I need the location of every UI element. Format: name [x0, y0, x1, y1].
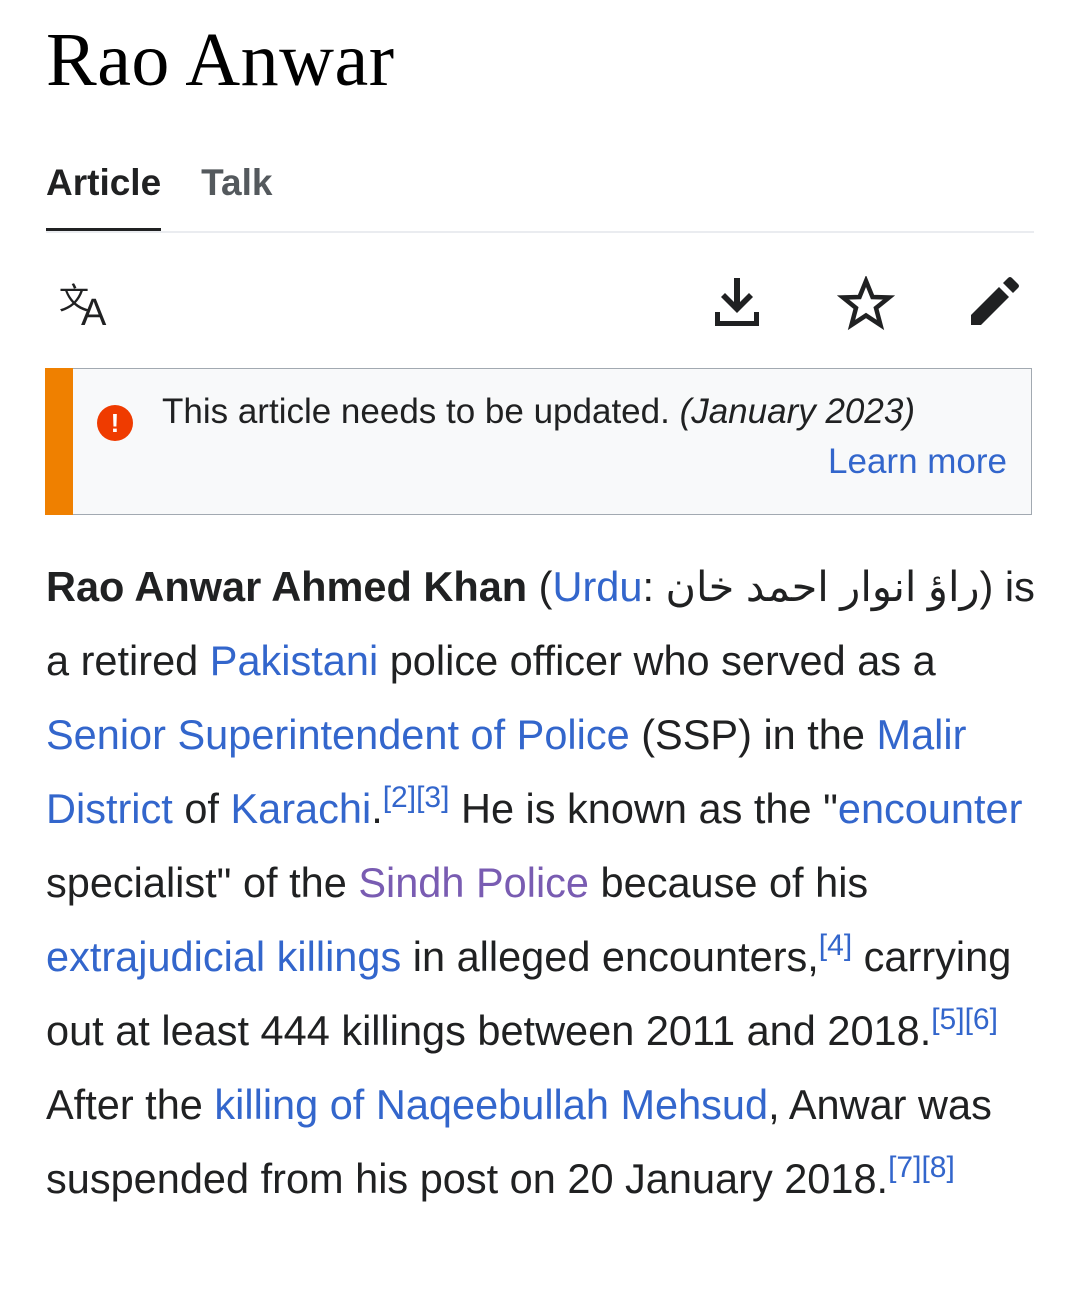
update-notice: ! This article needs to be updated. (Jan…	[45, 368, 1032, 515]
link-killing-of-naqeebullah-mehsud[interactable]: killing of Naqeebullah Mehsud	[214, 1081, 768, 1128]
tab-article[interactable]: Article	[46, 162, 162, 232]
text-fragment: because of his	[589, 859, 869, 906]
notice-text: This article needs to be updated.	[162, 392, 670, 431]
link-karachi[interactable]: Karachi	[230, 785, 371, 832]
article-lead-paragraph: Rao Anwar Ahmed Khan (Urdu: راؤ انوار اح…	[46, 550, 1036, 1216]
page-title: Rao Anwar	[46, 18, 395, 102]
pencil-edit-icon[interactable]	[964, 272, 1024, 332]
svg-text:A: A	[81, 292, 107, 329]
citation-4[interactable]: [4]	[819, 929, 852, 962]
learn-more-link[interactable]: Learn more	[828, 442, 1007, 482]
citation-7[interactable]: [7]	[888, 1151, 921, 1184]
notice-accent-bar	[45, 368, 73, 515]
star-watch-icon[interactable]	[835, 276, 897, 332]
text-fragment: (	[527, 563, 553, 610]
download-icon[interactable]	[706, 272, 768, 332]
notice-date: (January 2023)	[679, 392, 915, 431]
link-encounter[interactable]: encounter	[838, 785, 1023, 832]
namespace-tabs: Article Talk	[46, 162, 272, 232]
text-fragment: He is known as the "	[449, 785, 838, 832]
text-fragment: .	[371, 785, 383, 832]
citation-8[interactable]: [8]	[921, 1151, 954, 1184]
text-fragment: police officer who served as a	[378, 637, 936, 684]
text-fragment: :	[642, 563, 666, 610]
text-fragment: After the	[46, 1081, 215, 1128]
translate-icon[interactable]: 文 A	[56, 278, 120, 330]
exclamation-icon: !	[97, 405, 133, 441]
link-senior-superintendent-of-police[interactable]: Senior Superintendent of Police	[46, 711, 630, 758]
urdu-name: راؤ انوار احمد خان	[665, 563, 980, 610]
article-subject: Rao Anwar Ahmed Khan	[46, 563, 528, 610]
text-fragment: of	[172, 785, 231, 832]
link-sindh-police[interactable]: Sindh Police	[358, 859, 589, 906]
citation-6[interactable]: [6]	[965, 1003, 998, 1036]
citation-3[interactable]: [3]	[416, 781, 449, 814]
link-urdu[interactable]: Urdu	[553, 563, 643, 610]
tab-talk[interactable]: Talk	[201, 162, 272, 232]
citation-2[interactable]: [2]	[383, 781, 416, 814]
citation-5[interactable]: [5]	[931, 1003, 964, 1036]
link-extrajudicial-killings[interactable]: extrajudicial killings	[46, 933, 401, 980]
link-pakistani[interactable]: Pakistani	[210, 637, 378, 684]
text-fragment: specialist" of the	[46, 859, 359, 906]
text-fragment: in alleged encounters,	[401, 933, 819, 980]
text-fragment: (SSP) in the	[629, 711, 877, 758]
tabs-divider	[46, 231, 1034, 233]
notice-message: This article needs to be updated. (Janua…	[162, 392, 915, 432]
